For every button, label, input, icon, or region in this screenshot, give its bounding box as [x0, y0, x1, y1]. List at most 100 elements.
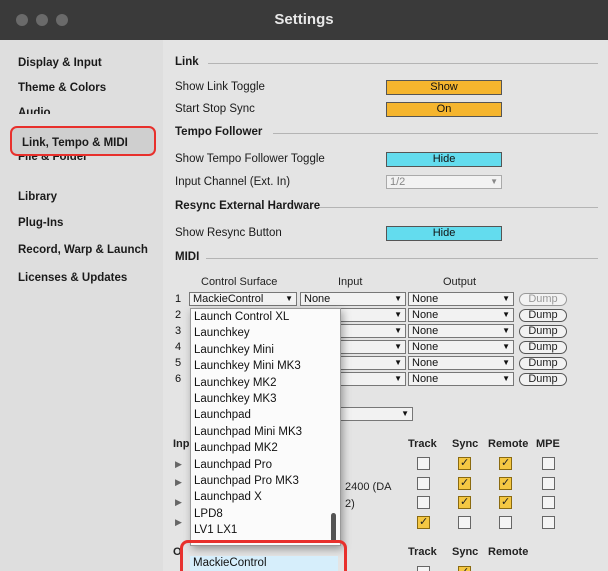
chevron-down-icon: ▼ [394, 294, 402, 303]
midi-output-dropdown[interactable]: None ▼ [408, 324, 514, 338]
chevron-down-icon: ▼ [394, 358, 402, 367]
mpe-checkbox[interactable] [542, 477, 555, 490]
midi-output-dropdown[interactable]: None ▼ [408, 340, 514, 354]
dump-button[interactable]: Dump [519, 293, 567, 306]
sidebar-item-record-warp-launch[interactable]: Record, Warp & Launch [0, 239, 163, 261]
midi-output-value: None [412, 293, 439, 305]
list-item[interactable]: Launchkey [191, 325, 331, 341]
dump-button[interactable]: Dump [519, 341, 567, 354]
track-checkbox[interactable] [417, 496, 430, 509]
list-item[interactable]: Launchpad [191, 407, 331, 423]
midi-row-number: 3 [175, 325, 182, 337]
expand-triangle-icon[interactable]: ▶ [175, 517, 182, 528]
mpe-checkbox[interactable] [542, 496, 555, 509]
input-channel-value: 1/2 [390, 176, 406, 188]
midi-output-dropdown[interactable]: None ▼ [408, 372, 514, 386]
midi-row-number: 4 [175, 341, 182, 353]
chevron-down-icon: ▼ [502, 374, 510, 383]
section-link-heading: Link [175, 56, 199, 68]
control-surface-dropdown[interactable]: MackieControl ▼ [189, 292, 297, 306]
remote-column-header: Remote [488, 438, 529, 450]
dump-button[interactable]: Dump [519, 309, 567, 322]
midi-input-dropdown[interactable]: None ▼ [300, 292, 406, 306]
list-item[interactable]: Launchkey MK2 [191, 375, 331, 391]
list-item[interactable]: Launchpad Mini MK3 [191, 424, 331, 440]
show-link-toggle-label: Show Link Toggle [175, 81, 265, 93]
sidebar-item-licenses-updates[interactable]: Licenses & Updates [0, 267, 163, 289]
sidebar-item-display-input[interactable]: Display & Input [0, 52, 163, 74]
sidebar-item-theme-colors[interactable]: Theme & Colors [0, 77, 163, 99]
section-tempo-follower-heading: Tempo Follower [175, 126, 263, 138]
start-stop-sync-button[interactable]: On [386, 102, 502, 117]
list-item[interactable]: Launchpad MK2 [191, 440, 331, 456]
title-bar: Settings [0, 0, 608, 40]
midi-input-dropdown[interactable]: ▼ [339, 324, 406, 338]
show-resync-button-toggle[interactable]: Hide [386, 226, 502, 241]
mpe-checkbox[interactable] [542, 516, 555, 529]
show-tempo-follower-toggle-button[interactable]: Hide [386, 152, 502, 167]
midi-input-value: None [304, 293, 331, 305]
chevron-down-icon: ▼ [502, 326, 510, 335]
input-ports-header: Inp [173, 438, 190, 450]
list-item[interactable]: Launchpad Pro [191, 457, 331, 473]
remote-checkbox[interactable] [499, 495, 512, 509]
control-surface-value: MackieControl [193, 293, 264, 305]
list-item[interactable]: Launch Control XL [191, 309, 331, 325]
remote-checkbox[interactable] [499, 476, 512, 490]
mpe-checkbox[interactable] [542, 457, 555, 470]
midi-output-dropdown[interactable]: None ▼ [408, 292, 514, 306]
expand-triangle-icon[interactable]: ▶ [175, 459, 182, 470]
list-item[interactable]: Launchpad X [191, 489, 331, 505]
expand-triangle-icon[interactable]: ▶ [175, 497, 182, 508]
section-resync-heading: Resync External Hardware [175, 200, 321, 212]
track-checkbox[interactable] [417, 515, 430, 529]
list-item[interactable]: LPD8 [191, 506, 331, 522]
track-column-header: Track [408, 546, 437, 558]
midi-input-dropdown[interactable]: ▼ [339, 356, 406, 370]
midi-input-dropdown[interactable]: ▼ [339, 340, 406, 354]
remote-checkbox[interactable] [499, 456, 512, 470]
output-header: Output [443, 276, 477, 288]
list-item[interactable]: LV1 LX1 [191, 522, 331, 538]
dump-button[interactable]: Dump [519, 373, 567, 386]
midi-row-number: 2 [175, 309, 182, 321]
show-link-toggle-button[interactable]: Show [386, 80, 502, 95]
track-checkbox[interactable] [417, 457, 430, 470]
chevron-down-icon: ▼ [285, 294, 293, 303]
sync-checkbox[interactable] [458, 495, 471, 509]
sync-checkbox[interactable] [458, 565, 471, 571]
track-checkbox[interactable] [417, 477, 430, 490]
dump-button[interactable]: Dump [519, 357, 567, 370]
annotation-highlight-box [180, 540, 347, 571]
popup-scrollbar[interactable] [331, 513, 336, 543]
track-checkbox[interactable] [417, 566, 430, 571]
sidebar-item-link-tempo-midi[interactable]: Link, Tempo & MIDI [10, 126, 156, 156]
sidebar-item-audio[interactable]: Audio [0, 102, 163, 114]
sync-checkbox[interactable] [458, 516, 471, 529]
show-resync-button-label: Show Resync Button [175, 227, 282, 239]
midi-input-dropdown[interactable]: ▼ [339, 372, 406, 386]
sidebar-item-plug-ins[interactable]: Plug-Ins [0, 212, 163, 234]
list-item[interactable]: Launchkey Mini MK3 [191, 358, 331, 374]
sync-column-header: Sync [452, 438, 479, 450]
list-item[interactable]: Launchkey Mini [191, 342, 331, 358]
midi-output-dropdown[interactable]: None ▼ [408, 308, 514, 322]
chevron-down-icon: ▼ [394, 374, 402, 383]
section-midi-heading: MIDI [175, 251, 200, 263]
dump-button[interactable]: Dump [519, 325, 567, 338]
list-item[interactable]: Launchkey MK3 [191, 391, 331, 407]
midi-output-dropdown[interactable]: None ▼ [408, 356, 514, 370]
sync-checkbox[interactable] [458, 456, 471, 470]
settings-window: Settings Display & Input Theme & Colors … [0, 0, 608, 571]
midi-input-dropdown[interactable]: ▼ [339, 308, 406, 322]
takeover-mode-dropdown[interactable]: ▼ [339, 407, 413, 421]
sidebar-item-library[interactable]: Library [0, 186, 163, 208]
input-channel-dropdown[interactable]: 1/2 ▼ [386, 175, 502, 189]
divider [206, 258, 598, 259]
remote-checkbox[interactable] [499, 516, 512, 529]
sync-checkbox[interactable] [458, 476, 471, 490]
chevron-down-icon: ▼ [490, 177, 498, 186]
expand-triangle-icon[interactable]: ▶ [175, 477, 182, 488]
midi-output-value: None [412, 341, 439, 353]
list-item[interactable]: Launchpad Pro MK3 [191, 473, 331, 489]
